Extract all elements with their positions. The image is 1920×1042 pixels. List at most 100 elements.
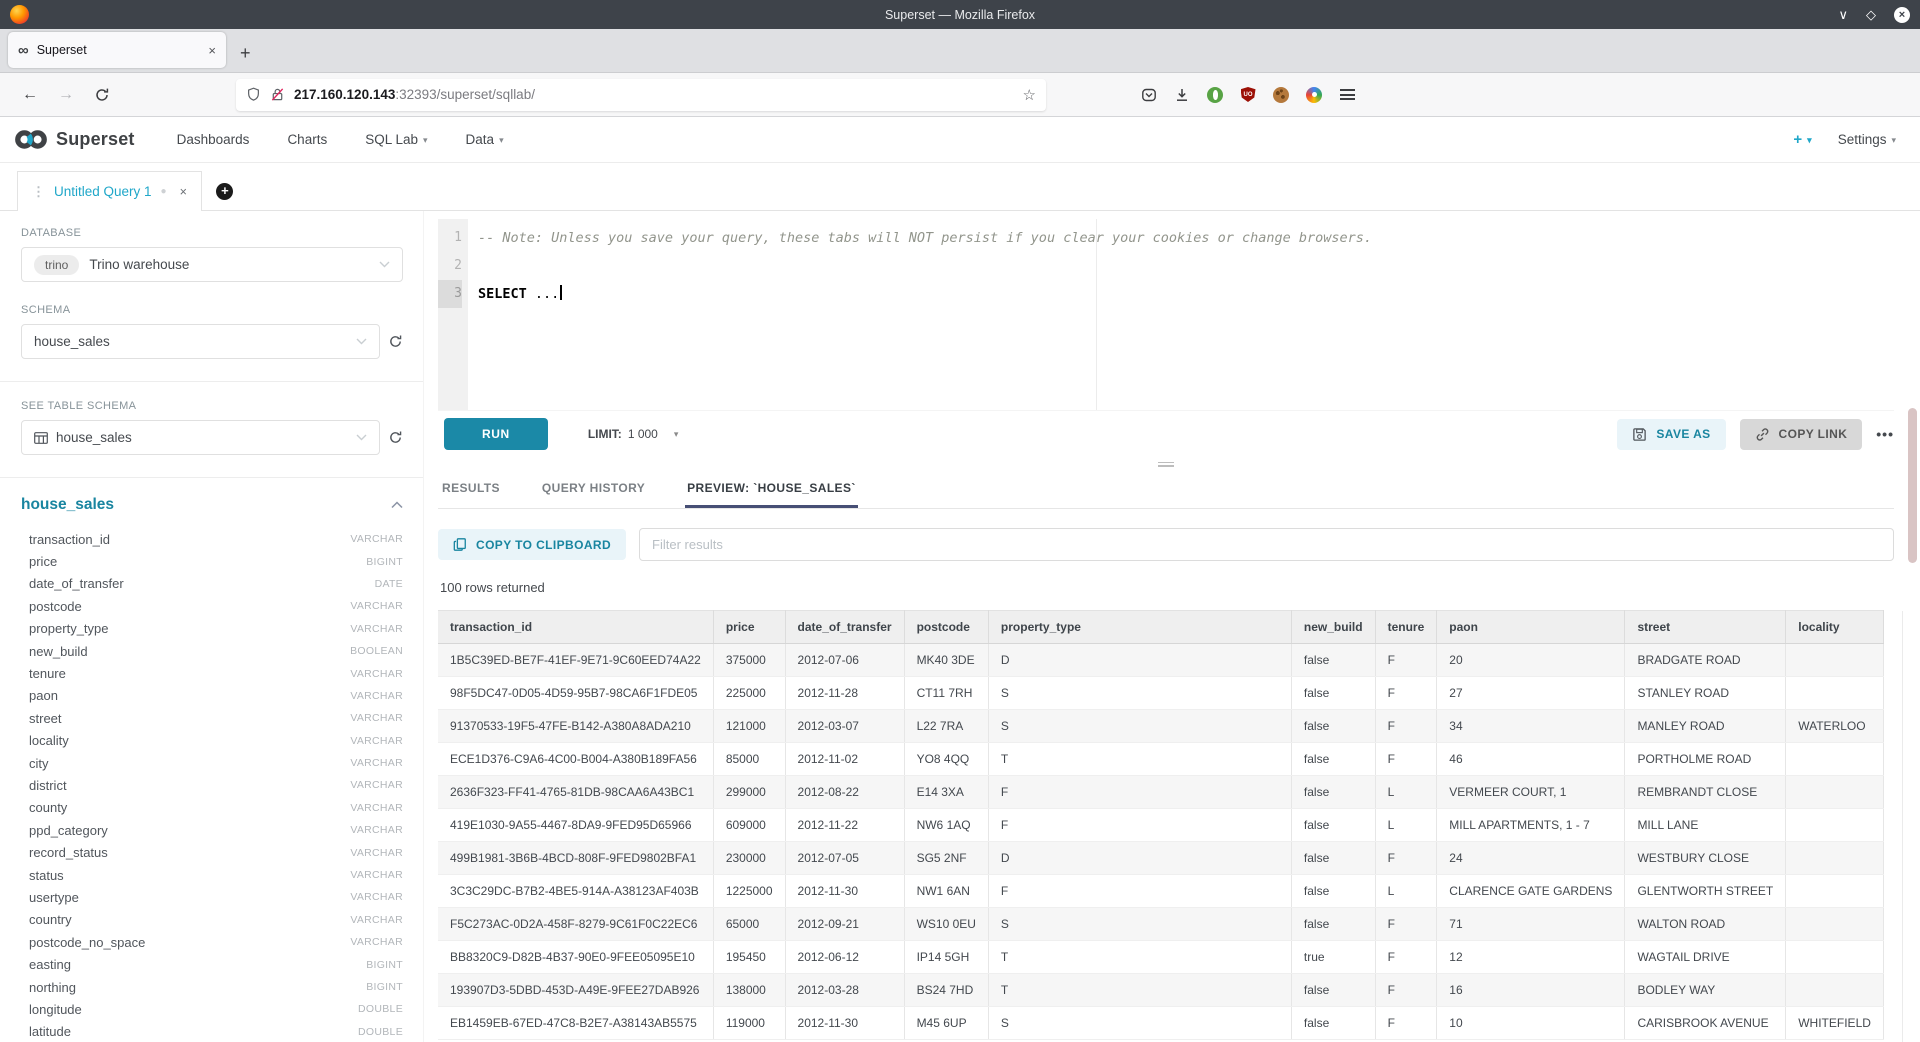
column-name: street xyxy=(29,711,62,726)
table-cell: F xyxy=(1375,743,1437,776)
schema-column[interactable]: ppd_categoryVARCHAR xyxy=(21,819,403,841)
column-name: longitude xyxy=(29,1002,82,1017)
copy-link-button[interactable]: COPY LINK xyxy=(1740,419,1863,450)
tab-close-icon[interactable]: × xyxy=(208,43,216,58)
more-options-button[interactable]: ••• xyxy=(1876,426,1894,442)
schema-column[interactable]: localityVARCHAR xyxy=(21,730,403,752)
table-row: 91370533-19F5-47FE-B142-A380A8ADA2101210… xyxy=(438,710,1883,743)
column-type: VARCHAR xyxy=(350,600,403,612)
table-cell: F xyxy=(1375,710,1437,743)
superset-brand[interactable]: Superset xyxy=(14,129,135,150)
schema-column[interactable]: eastingBIGINT xyxy=(21,953,403,975)
schema-column[interactable]: paonVARCHAR xyxy=(21,685,403,707)
schema-column[interactable]: cityVARCHAR xyxy=(21,752,403,774)
schema-column[interactable]: postcode_no_spaceVARCHAR xyxy=(21,931,403,953)
download-icon[interactable] xyxy=(1174,87,1190,103)
database-select[interactable]: trino Trino warehouse xyxy=(21,247,403,282)
query-tab-close-icon[interactable]: × xyxy=(180,185,187,199)
schema-column[interactable]: countryVARCHAR xyxy=(21,909,403,931)
column-header[interactable]: property_type xyxy=(988,611,1291,644)
table-select[interactable]: house_sales xyxy=(21,420,380,455)
column-header[interactable]: date_of_transfer xyxy=(785,611,904,644)
reload-icon[interactable] xyxy=(94,87,110,103)
table-cell: false xyxy=(1291,875,1375,908)
schema-column[interactable]: date_of_transferDATE xyxy=(21,573,403,595)
browser-tab[interactable]: ∞ Superset × xyxy=(8,32,226,68)
refresh-icon[interactable] xyxy=(388,334,403,349)
schema-column[interactable]: usertypeVARCHAR xyxy=(21,886,403,908)
table-cell: S xyxy=(988,710,1291,743)
pocket-icon[interactable] xyxy=(1141,87,1157,103)
schema-column[interactable]: districtVARCHAR xyxy=(21,774,403,796)
column-header[interactable]: new_build xyxy=(1291,611,1375,644)
tab-query-history[interactable]: QUERY HISTORY xyxy=(540,471,647,508)
tab-results[interactable]: RESULTS xyxy=(440,471,502,508)
schema-column[interactable]: transaction_idVARCHAR xyxy=(21,528,403,550)
schema-column[interactable]: priceBIGINT xyxy=(21,550,403,572)
lock-disabled-icon[interactable] xyxy=(270,87,285,102)
schema-column[interactable]: statusVARCHAR xyxy=(21,864,403,886)
column-header[interactable]: tenure xyxy=(1375,611,1437,644)
table-row: EB1459EB-67ED-47C8-B2E7-A38143AB55751190… xyxy=(438,1007,1883,1040)
window-minimize-icon[interactable]: ∨ xyxy=(1838,8,1848,21)
sql-editor[interactable]: 1 2 3 -- Note: Unless you save your quer… xyxy=(438,219,1894,411)
column-header[interactable]: paon xyxy=(1437,611,1625,644)
window-maximize-icon[interactable]: ◇ xyxy=(1866,8,1876,21)
drag-handle-icon[interactable]: ⋮ xyxy=(32,184,45,200)
column-name: record_status xyxy=(29,845,108,860)
column-header[interactable]: postcode xyxy=(904,611,988,644)
table-schema-title[interactable]: house_sales xyxy=(21,496,114,514)
schema-column[interactable]: longitudeDOUBLE xyxy=(21,998,403,1020)
nav-charts[interactable]: Charts xyxy=(287,132,327,147)
column-header[interactable]: transaction_id xyxy=(438,611,713,644)
back-icon[interactable]: ← xyxy=(22,86,38,104)
tab-preview-house-sales[interactable]: PREVIEW: `HOUSE_SALES` xyxy=(685,471,858,508)
column-header[interactable]: price xyxy=(713,611,785,644)
table-cell: 12 xyxy=(1437,941,1625,974)
chevron-up-icon[interactable] xyxy=(391,501,403,509)
schema-column[interactable]: tenureVARCHAR xyxy=(21,662,403,684)
run-button[interactable]: RUN xyxy=(444,418,548,450)
ublock-icon[interactable] xyxy=(1240,87,1256,103)
container-extension-icon[interactable] xyxy=(1306,87,1322,103)
schema-column[interactable]: northingBIGINT xyxy=(21,976,403,998)
table-cell: F xyxy=(1375,677,1437,710)
nav-data[interactable]: Data▾ xyxy=(466,132,504,147)
bookmark-star-icon[interactable]: ☆ xyxy=(1023,86,1036,104)
new-tab-button[interactable]: + xyxy=(240,44,251,62)
page-scrollbar[interactable] xyxy=(1908,408,1917,563)
table-cell: 65000 xyxy=(713,908,785,941)
nav-sql-lab[interactable]: SQL Lab▾ xyxy=(365,132,427,147)
cookie-icon[interactable] xyxy=(1273,87,1289,103)
schema-column[interactable]: new_buildBOOLEAN xyxy=(21,640,403,662)
schema-select[interactable]: house_sales xyxy=(21,324,380,359)
column-header[interactable]: locality xyxy=(1786,611,1884,644)
schema-column[interactable]: latitudeDOUBLE xyxy=(21,1021,403,1042)
menu-icon[interactable] xyxy=(1339,87,1355,103)
query-tab[interactable]: ⋮ Untitled Query 1 ● × xyxy=(17,171,202,211)
schema-column[interactable]: street VARCHAR xyxy=(21,707,403,729)
editor-code[interactable]: -- Note: Unless you save your query, the… xyxy=(468,219,1894,410)
window-close-icon[interactable]: × xyxy=(1894,7,1910,23)
filter-results-input[interactable] xyxy=(639,528,1894,561)
column-type: VARCHAR xyxy=(350,712,403,724)
settings-menu[interactable]: Settings▾ xyxy=(1838,132,1896,147)
pane-resize-handle[interactable] xyxy=(438,457,1894,471)
nav-dashboards[interactable]: Dashboards xyxy=(177,132,250,147)
schema-column[interactable]: record_statusVARCHAR xyxy=(21,841,403,863)
copy-to-clipboard-button[interactable]: COPY TO CLIPBOARD xyxy=(438,529,626,560)
database-label: DATABASE xyxy=(21,227,403,239)
column-header[interactable]: street xyxy=(1625,611,1786,644)
schema-column[interactable]: property_typeVARCHAR xyxy=(21,618,403,640)
column-type: VARCHAR xyxy=(350,869,403,881)
url-bar[interactable]: 217.160.120.143:32393/superset/sqllab/ ☆ xyxy=(236,79,1046,111)
table-cell: T xyxy=(988,974,1291,1007)
new-item-button[interactable]: +▾ xyxy=(1793,131,1811,148)
schema-column[interactable]: countyVARCHAR xyxy=(21,797,403,819)
limit-dropdown[interactable]: LIMIT: 1 000 ▾ xyxy=(588,427,679,441)
privacy-badger-icon[interactable] xyxy=(1207,87,1223,103)
save-as-button[interactable]: SAVE AS xyxy=(1617,419,1725,450)
add-query-tab-button[interactable]: + xyxy=(202,171,248,211)
refresh-icon[interactable] xyxy=(388,430,403,445)
schema-column[interactable]: postcodeVARCHAR xyxy=(21,595,403,617)
